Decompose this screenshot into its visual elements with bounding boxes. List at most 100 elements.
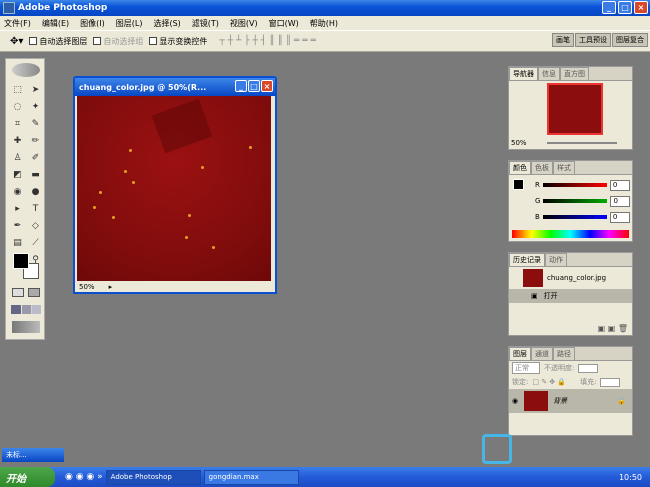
tab-layers[interactable]: 图层 — [509, 347, 531, 360]
b-slider[interactable] — [542, 215, 607, 219]
tab-layer-comps[interactable]: 图层复合 — [612, 33, 648, 47]
task-gongdian-label: gongdian.max — [208, 473, 259, 481]
tab-info[interactable]: 信息 — [538, 67, 560, 80]
task-photoshop[interactable]: Adobe Photoshop — [105, 469, 201, 485]
tab-paths[interactable]: 路径 — [553, 347, 575, 360]
document-window[interactable]: chuang_color.jpg @ 50%(R... _ □ × 50% ▸ — [73, 76, 277, 294]
crop-icon[interactable]: ⌗ — [10, 117, 25, 131]
menu-help[interactable]: 帮助(H) — [310, 18, 338, 29]
g-value-field[interactable]: 0 — [610, 195, 631, 207]
menu-select[interactable]: 选择(S) — [153, 18, 180, 29]
fill-field[interactable] — [600, 377, 621, 387]
task-gongdian[interactable]: gongdian.max — [203, 469, 299, 485]
document-titlebar[interactable]: chuang_color.jpg @ 50%(R... _ □ × — [75, 78, 275, 96]
tab-brushes[interactable]: 画笔 — [552, 33, 574, 47]
b-value-field[interactable]: 0 — [609, 211, 630, 223]
app-title: Adobe Photoshop — [18, 3, 108, 13]
notes-icon[interactable]: ▤ — [10, 236, 25, 250]
history-step[interactable]: ▣ 打开 — [509, 289, 632, 303]
light-spot — [185, 236, 188, 239]
checkbox[interactable] — [93, 37, 102, 45]
maximize-button[interactable]: □ — [618, 1, 632, 14]
imageready-icon[interactable] — [12, 321, 40, 333]
tab-swatches[interactable]: 色板 — [531, 161, 553, 174]
align-buttons[interactable]: ┬ ┼ ┴ ├ ┼ ┤ ║ ║ ║ ═ ═ ═ — [219, 36, 316, 46]
stamp-icon[interactable]: ♙ — [10, 151, 25, 165]
color-spectrum-bar[interactable] — [512, 230, 629, 238]
path-select-icon[interactable]: ▸ — [10, 202, 25, 216]
layer-row-background[interactable]: ◉ 背景 🔒 — [509, 389, 632, 413]
document-title: chuang_color.jpg @ 50%(R... — [79, 82, 207, 92]
history-snapshot[interactable]: chuang_color.jpg — [509, 267, 632, 289]
menu-file[interactable]: 文件(F) — [4, 18, 31, 29]
dodge-icon[interactable]: ● — [28, 185, 43, 199]
quick-mask-icon[interactable] — [12, 288, 24, 297]
move-icon[interactable]: ➤ — [28, 83, 43, 97]
doc-minimize-button[interactable]: _ — [235, 80, 247, 92]
doc-maximize-button[interactable]: □ — [248, 80, 260, 92]
menu-layer[interactable]: 图层(L) — [116, 18, 143, 29]
status-arrow-icon[interactable]: ▸ — [109, 283, 113, 291]
r-slider[interactable] — [542, 183, 607, 187]
lasso-icon[interactable]: ◌ — [10, 100, 25, 114]
history-footer-buttons[interactable]: ▣ ▣ 🗑 — [598, 324, 628, 333]
tab-channels[interactable]: 通道 — [531, 347, 553, 360]
panel-fg-swatch[interactable] — [513, 179, 524, 190]
light-spot — [129, 149, 132, 152]
marquee-icon[interactable]: ⬚ — [10, 83, 25, 97]
quick-mask-on-icon[interactable] — [28, 288, 40, 297]
quicklaunch-icons[interactable]: ◉ ◉ ◉ » — [65, 472, 103, 482]
g-slider[interactable] — [543, 199, 608, 203]
opacity-field[interactable] — [578, 363, 599, 373]
close-button[interactable]: × — [634, 1, 648, 14]
eraser-icon[interactable]: ◩ — [10, 168, 25, 182]
menu-filter[interactable]: 滤镜(T) — [192, 18, 219, 29]
healing-icon[interactable]: ✚ — [10, 134, 25, 148]
tab-color[interactable]: 颜色 — [509, 161, 531, 174]
pen-icon[interactable]: ✒ — [10, 219, 25, 233]
tab-navigator[interactable]: 导航器 — [509, 67, 538, 80]
show-transform-option[interactable]: 显示变换控件 — [149, 36, 207, 47]
eye-icon[interactable]: ◉ — [512, 397, 518, 405]
history-brush-icon[interactable]: ✐ — [28, 151, 43, 165]
minimize-button[interactable]: _ — [602, 1, 616, 14]
tab-actions[interactable]: 动作 — [545, 253, 567, 266]
menu-edit[interactable]: 编辑(E) — [42, 18, 69, 29]
gradient-icon[interactable]: ▬ — [28, 168, 43, 182]
taskbar: 开始 ◉ ◉ ◉ » Adobe Photoshop gongdian.max … — [0, 467, 650, 487]
type-icon[interactable]: T — [28, 202, 43, 216]
lock-icons[interactable]: □ ✎ ✥ 🔒 — [532, 378, 566, 386]
tab-history[interactable]: 历史记录 — [509, 253, 545, 266]
eyedropper-icon[interactable]: ⟋ — [28, 236, 43, 250]
minimized-window[interactable]: 未标... — [2, 448, 64, 462]
tab-styles[interactable]: 样式 — [553, 161, 575, 174]
blur-icon[interactable]: ◉ — [10, 185, 25, 199]
menu-window[interactable]: 窗口(W) — [269, 18, 299, 29]
history-panel: 历史记录 动作 chuang_color.jpg ▣ 打开 ▣ ▣ 🗑 — [508, 252, 633, 336]
start-button[interactable]: 开始 — [0, 467, 55, 487]
slice-icon[interactable]: ✎ — [28, 117, 43, 131]
auto-select-layer-option[interactable]: 自动选择图层 — [29, 36, 87, 47]
move-tool-icon[interactable]: ✥▾ — [10, 36, 23, 47]
shape-icon[interactable]: ◇ — [28, 219, 43, 233]
tab-tool-presets[interactable]: 工具预设 — [575, 33, 611, 47]
blend-mode-select[interactable]: 正常 — [512, 362, 540, 374]
magic-wand-icon[interactable]: ✦ — [28, 100, 43, 114]
auto-select-group-option[interactable]: 自动选择组 — [93, 36, 143, 47]
tab-histogram[interactable]: 直方图 — [560, 67, 589, 80]
navigator-zoom[interactable]: 50% — [511, 139, 527, 147]
navigator-zoom-slider[interactable] — [547, 142, 617, 144]
checkbox[interactable] — [149, 37, 158, 45]
checkbox[interactable] — [29, 37, 38, 45]
doc-close-button[interactable]: × — [261, 80, 273, 92]
menu-view[interactable]: 视图(V) — [230, 18, 258, 29]
r-value-field[interactable]: 0 — [609, 179, 630, 191]
navigator-thumbnail[interactable] — [547, 83, 603, 135]
foreground-color-swatch[interactable] — [13, 253, 29, 269]
start-label: 开始 — [6, 473, 26, 485]
image-canvas[interactable] — [77, 96, 271, 282]
menu-image[interactable]: 图像(I) — [80, 18, 105, 29]
brush-icon[interactable]: ✏ — [28, 134, 43, 148]
document-zoom[interactable]: 50% — [79, 283, 95, 291]
screen-mode-icon[interactable] — [11, 305, 41, 314]
